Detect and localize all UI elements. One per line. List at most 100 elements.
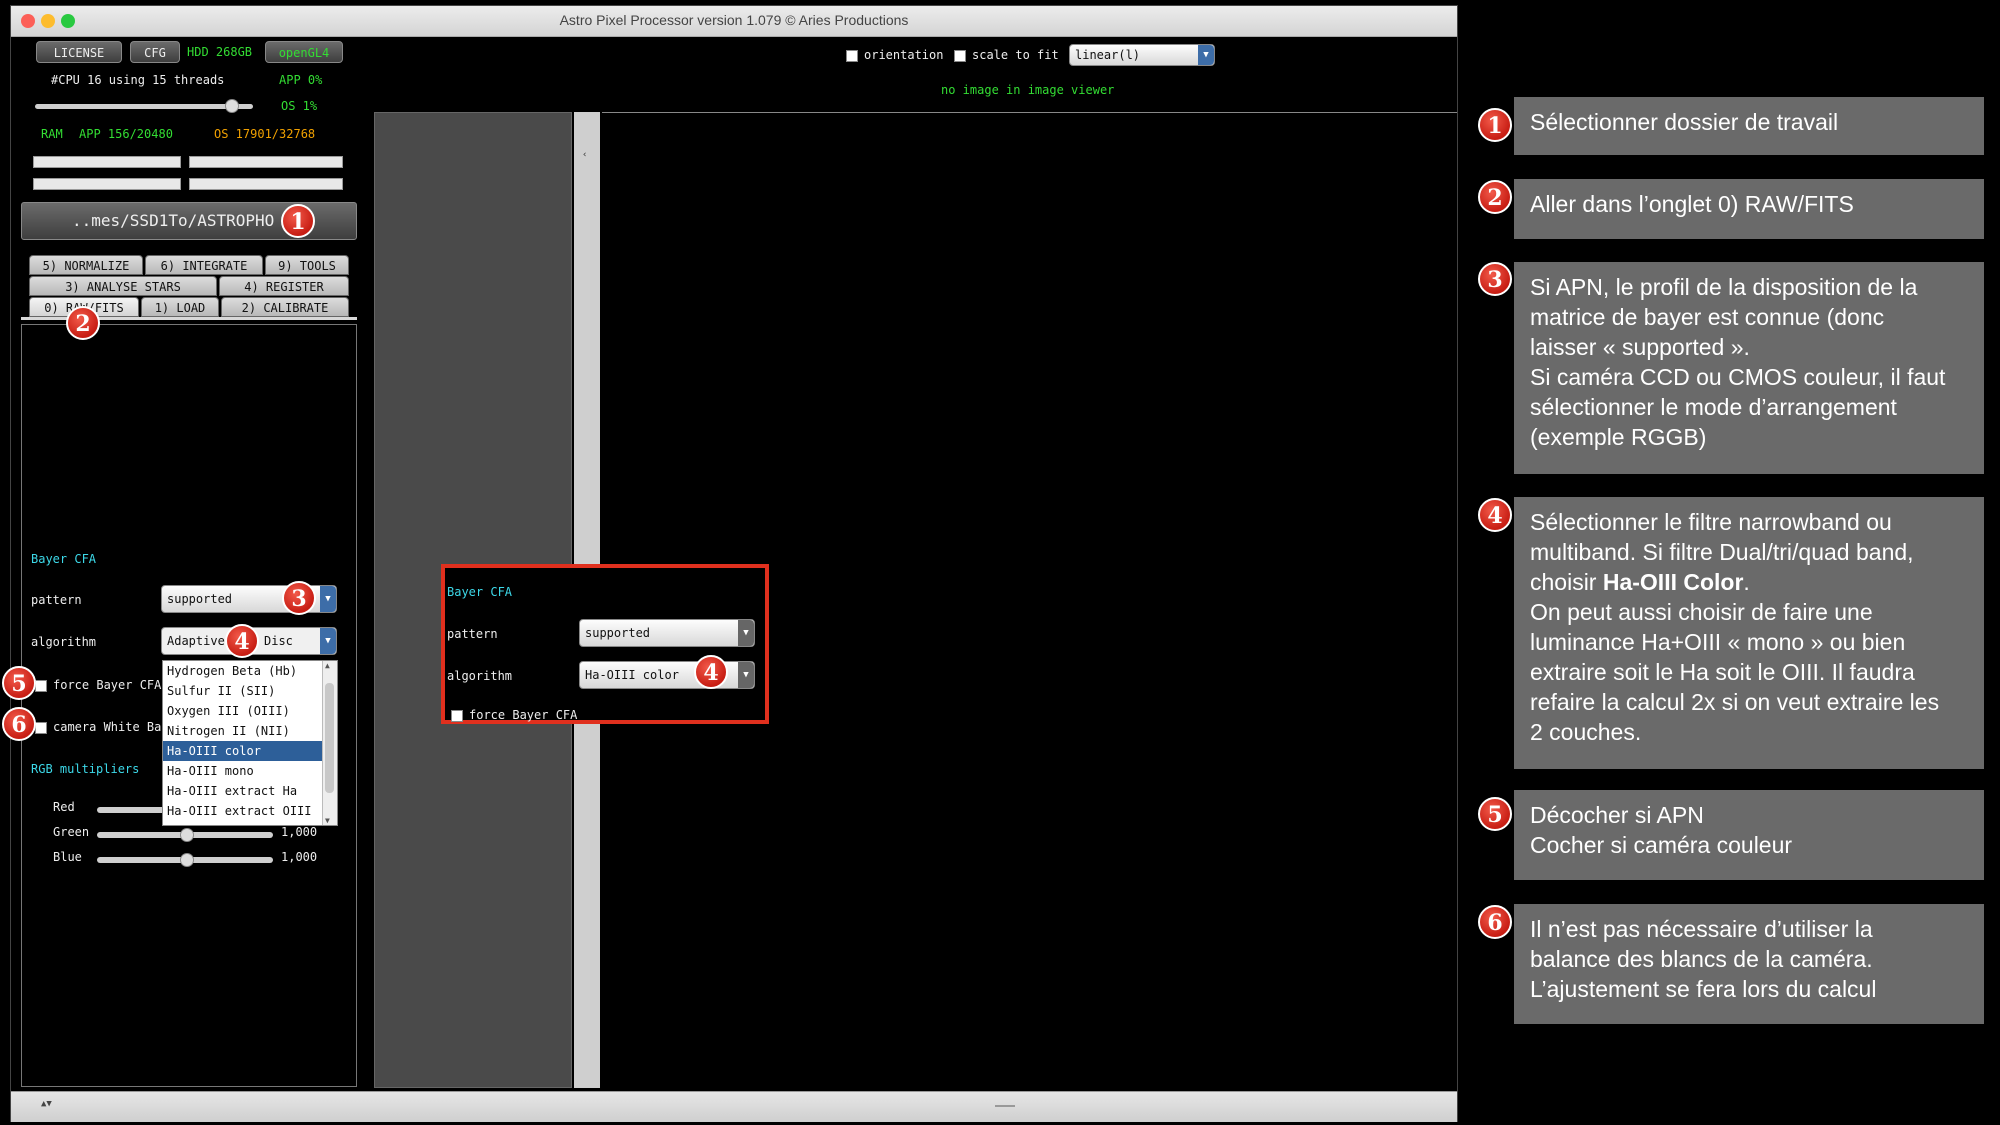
- camera-white-balance-label: camera White Ba: [53, 720, 162, 734]
- tab-normalize[interactable]: 5) NORMALIZE: [29, 255, 143, 275]
- dropdown-scrollbar[interactable]: ▲ ▼: [322, 661, 337, 825]
- tab-register[interactable]: 4) REGISTER: [219, 276, 349, 296]
- note-line: On peut aussi choisir de faire une: [1530, 599, 1873, 625]
- blue-value: 1,000: [281, 850, 318, 864]
- green-slider-knob[interactable]: [180, 828, 194, 842]
- orientation-checkbox[interactable]: [846, 50, 858, 62]
- ram-app: APP 156/20480: [79, 127, 173, 141]
- note-4: Sélectionner le filtre narrowband ou mul…: [1514, 497, 1984, 769]
- zoom-pattern-select[interactable]: supported ▼: [579, 619, 755, 647]
- bayer-cfa-heading: Bayer CFA: [31, 552, 97, 566]
- note-line: multiband. Si filtre Dual/tri/quad band,: [1530, 539, 1914, 565]
- tab-load[interactable]: 1) LOAD: [141, 297, 219, 317]
- scrollbar-thumb[interactable]: [325, 683, 334, 793]
- opengl-button[interactable]: openGL4: [265, 41, 343, 63]
- viewer-top-border: [602, 112, 1457, 113]
- resize-grip-icon[interactable]: [995, 1105, 1015, 1107]
- zoom-step-badge-4: 4: [694, 655, 728, 689]
- app-cpu-usage: APP 0%: [279, 73, 323, 87]
- note-badge-4: 4: [1478, 498, 1512, 532]
- pattern-select-value: supported: [167, 592, 233, 606]
- stretch-select-value: linear(l): [1075, 48, 1141, 62]
- green-value: 1,000: [281, 825, 318, 839]
- memory-bar: [33, 156, 181, 168]
- tab-integrate[interactable]: 6) INTEGRATE: [145, 255, 263, 275]
- green-label: Green: [53, 825, 90, 839]
- dropdown-option[interactable]: Sulfur II (SII): [163, 681, 323, 701]
- algorithm-dropdown-list: Hydrogen Beta (Hb) Sulfur II (SII) Oxyge…: [162, 660, 338, 826]
- window-title: Astro Pixel Processor version 1.079 © Ar…: [559, 12, 909, 28]
- stretch-select[interactable]: linear(l) ▼: [1069, 44, 1215, 66]
- memory-bar: [189, 178, 343, 190]
- dropdown-option[interactable]: Oxygen III (OIII): [163, 701, 323, 721]
- note-line: laisser « supported ».: [1530, 334, 1750, 360]
- scroll-down-icon[interactable]: ▼: [325, 816, 330, 825]
- hdd-status: HDD 268GB: [187, 45, 253, 59]
- title-bar: Astro Pixel Processor version 1.079 © Ar…: [11, 6, 1457, 37]
- step-badge-4: 4: [225, 624, 259, 658]
- note-line: Si APN, le profil de la disposition de l…: [1530, 274, 1918, 300]
- chevron-down-icon: ▼: [738, 620, 754, 646]
- algorithm-select-value-tail: Disc: [264, 634, 293, 648]
- note-line: Décocher si APN: [1530, 802, 1704, 828]
- cfg-button[interactable]: CFG: [130, 41, 180, 63]
- chevron-down-icon: ▼: [320, 586, 336, 612]
- note-bold-suffix: .: [1743, 569, 1750, 595]
- sort-arrows-icon[interactable]: ▲▼: [41, 1099, 52, 1109]
- pattern-label: pattern: [31, 593, 82, 607]
- algorithm-label: algorithm: [31, 635, 97, 649]
- scroll-up-icon[interactable]: ▲: [325, 661, 330, 670]
- note-badge-3: 3: [1478, 262, 1512, 296]
- collapse-arrow-icon[interactable]: ‹: [582, 150, 587, 160]
- chevron-down-icon: ▼: [738, 662, 754, 688]
- thread-slider-knob[interactable]: [225, 99, 239, 113]
- note-line: Aller dans l’onglet 0) RAW/FITS: [1530, 191, 1854, 217]
- viewer-status: no image in image viewer: [941, 83, 1115, 97]
- chevron-down-icon: ▼: [1198, 45, 1214, 65]
- force-bayer-checkbox[interactable]: [35, 680, 47, 692]
- note-line-bold: choisir Ha-OIII Color.: [1530, 567, 1968, 597]
- camera-white-balance-checkbox[interactable]: [35, 722, 47, 734]
- note-line: matrice de bayer est connue (donc: [1530, 304, 1885, 330]
- note-line: luminance Ha+OIII « mono » ou bien: [1530, 629, 1906, 655]
- orientation-label: orientation: [864, 48, 944, 62]
- dropdown-option[interactable]: Nitrogen II (NII): [163, 721, 323, 741]
- note-badge-2: 2: [1478, 180, 1512, 214]
- zoom-algorithm-label: algorithm: [447, 669, 513, 683]
- ram-os: OS 17901/32768: [214, 127, 316, 141]
- note-line: (exemple RGGB): [1530, 424, 1707, 450]
- zoom-callout: Bayer CFA pattern supported ▼ algorithm …: [441, 564, 769, 724]
- zoom-pattern-select-value: supported: [585, 626, 651, 640]
- app-window: Astro Pixel Processor version 1.079 © Ar…: [10, 5, 1458, 1122]
- note-5: Décocher si APN Cocher si caméra couleur: [1514, 790, 1984, 880]
- dropdown-option[interactable]: Ha-OIII mono: [163, 761, 323, 781]
- dropdown-option[interactable]: Ha-OIII extract Ha: [163, 781, 323, 801]
- rgb-multipliers-heading: RGB multipliers: [31, 762, 140, 776]
- memory-bar: [33, 178, 181, 190]
- note-2: Aller dans l’onglet 0) RAW/FITS: [1514, 179, 1984, 239]
- note-line: L’ajustement se fera lors du calcul: [1530, 976, 1877, 1002]
- tab-calibrate[interactable]: 2) CALIBRATE: [221, 297, 349, 317]
- zoom-algorithm-select[interactable]: Ha-OIII color ▼: [579, 661, 755, 689]
- license-button[interactable]: LICENSE: [36, 41, 122, 63]
- tab-analyse-stars[interactable]: 3) ANALYSE STARS: [29, 276, 217, 296]
- scale-to-fit-checkbox[interactable]: [954, 50, 966, 62]
- dropdown-option[interactable]: Ha-OIII extract OIII: [163, 801, 323, 821]
- scale-to-fit-label: scale to fit: [972, 48, 1059, 62]
- note-badge-5: 5: [1478, 797, 1512, 831]
- blue-slider-knob[interactable]: [180, 853, 194, 867]
- step-badge-1: 1: [281, 204, 315, 238]
- step-badge-5: 5: [2, 666, 36, 700]
- dropdown-option-selected[interactable]: Ha-OIII color: [163, 741, 323, 761]
- zoom-pattern-label: pattern: [447, 627, 498, 641]
- thread-slider-track[interactable]: [35, 104, 253, 109]
- note-bold-prefix: choisir: [1530, 569, 1603, 595]
- step-badge-6: 6: [2, 707, 36, 741]
- note-line: Si caméra CCD ou CMOS couleur, il faut: [1530, 364, 1946, 390]
- zoom-force-bayer-checkbox[interactable]: [451, 710, 463, 722]
- zoom-bayer-cfa-heading: Bayer CFA: [447, 585, 513, 599]
- note-line: Sélectionner le filtre narrowband ou: [1530, 509, 1892, 535]
- chevron-down-icon: ▼: [320, 628, 336, 654]
- dropdown-option[interactable]: Hydrogen Beta (Hb): [163, 661, 323, 681]
- tab-tools[interactable]: 9) TOOLS: [265, 255, 349, 275]
